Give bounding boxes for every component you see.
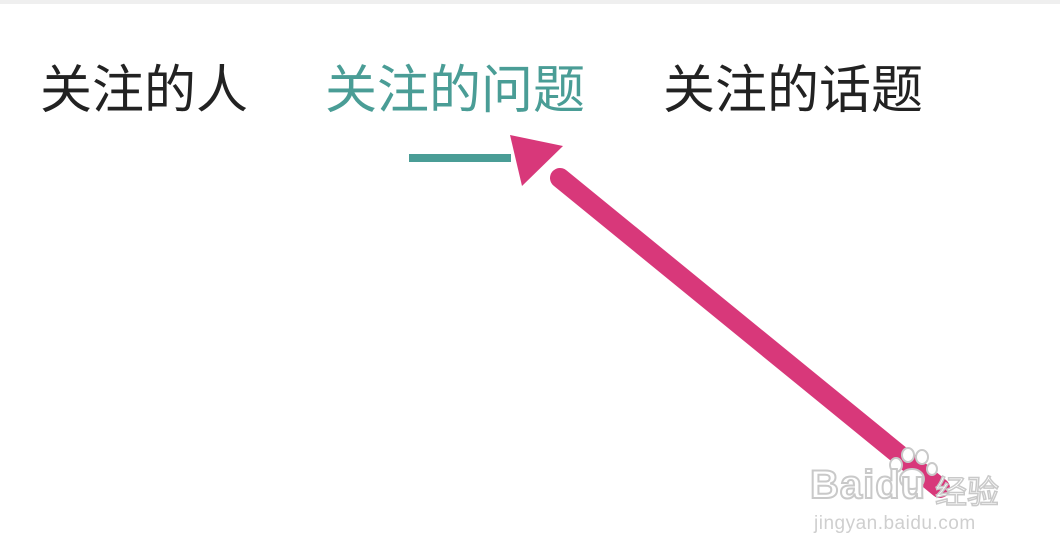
watermark-brand-cn: 经验 xyxy=(934,472,1000,512)
watermark-brand: Baidu xyxy=(809,462,927,508)
page: 关注的人 关注的问题 关注的话题 Baidu 经验 jingyan.baidu.… xyxy=(0,0,1060,558)
watermark: Baidu 经验 jingyan.baidu.com xyxy=(809,445,1010,545)
arrow-shaft xyxy=(550,168,950,498)
watermark-url: jingyan.baidu.com xyxy=(814,513,976,534)
